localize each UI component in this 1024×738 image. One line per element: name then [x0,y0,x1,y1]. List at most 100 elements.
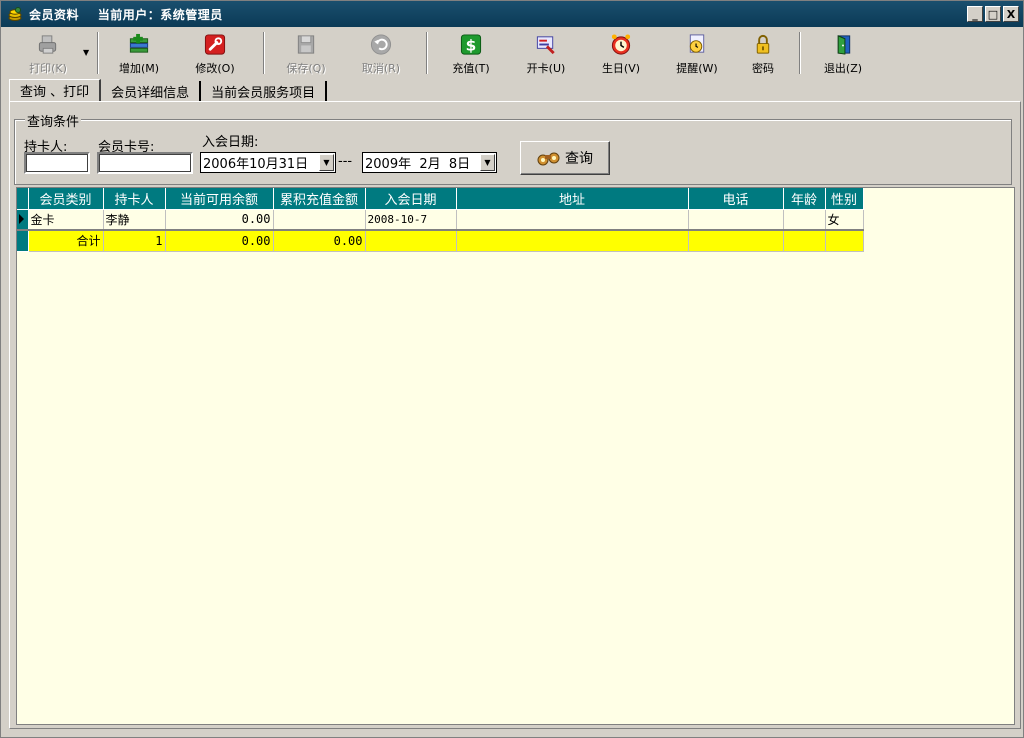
open-card-button[interactable]: 开卡(U) [520,30,572,76]
total-recharge: 0.00 [273,229,366,252]
column-header[interactable]: 年龄 [783,188,826,210]
join-date-label: 入会日期: [202,135,259,150]
grid-header-row: 会员类别 持卡人 当前可用余额 累积充值金额 入会日期 地址 电话 年龄 性别 [17,188,864,210]
password-label: 密码 [752,62,774,75]
exit-door-icon [837,35,851,55]
print-label: 打印(K) [29,62,67,75]
birthday-button[interactable]: 生日(V) [595,30,647,76]
exit-label: 退出(Z) [823,62,863,75]
holder-input[interactable] [24,152,90,174]
table-row[interactable]: 金卡 李静 0.00 2008-10-7 女 [17,209,864,231]
total-empty-cell [783,229,826,252]
cell-gender[interactable]: 女 [825,209,864,231]
chevron-down-icon[interactable]: ▼ [319,154,334,171]
date-separator: --- [338,154,353,169]
toolbar-separator [799,32,801,74]
cell-join-date[interactable]: 2008-10-7 [365,209,457,231]
cell-member-type[interactable]: 金卡 [28,209,104,231]
cell-age[interactable] [783,209,826,231]
coins-icon [8,7,22,21]
tab-bar: 查询 、打印 会员详细信息 当前会员服务项目 [9,79,328,101]
print-dropdown-arrow-icon[interactable]: ▼ [83,48,89,57]
total-count: 1 [103,229,166,252]
alarm-clock-icon [611,34,631,55]
undo-icon [370,34,392,55]
total-empty-cell [688,229,784,252]
exit-button[interactable]: 退出(Z) [817,30,869,76]
app-window: 会员资料 当前用户：系统管理员 _ □ X 打印(K) ▼ 增加(M) 修改(O… [0,0,1024,738]
recharge-label: 充值(T) [452,62,490,75]
cell-holder[interactable]: 李静 [103,209,166,231]
tab-content-panel: 查询条件 持卡人: 会员卡号: 入会日期: 2006年10月31日 ▼ --- … [9,101,1021,729]
window-title: 会员资料 当前用户：系统管理员 [29,7,223,22]
dollar-icon: $ [460,34,482,55]
chevron-down-icon[interactable]: ▼ [480,154,495,171]
toolbar-separator [426,32,428,74]
tab-member-services[interactable]: 当前会员服务项目 [201,81,328,101]
close-button[interactable]: X [1003,6,1019,22]
toolbar-separator [97,32,99,74]
remind-button[interactable]: 提醒(W) [671,30,723,76]
cell-balance[interactable]: 0.00 [165,209,274,231]
add-record-icon [129,33,149,53]
date-to-picker[interactable]: 2009年 2月 8日 ▼ [362,152,497,173]
title-bar[interactable]: 会员资料 当前用户：系统管理员 _ □ X [1,1,1023,27]
svg-text:$: $ [466,36,477,54]
remind-label: 提醒(W) [676,62,718,75]
reminder-icon [689,34,705,53]
search-button-label: 查询 [565,151,593,167]
edit-button[interactable]: 修改(O) [190,30,240,76]
member-table: 会员类别 持卡人 当前可用余额 累积充值金额 入会日期 地址 电话 年龄 性别 [17,188,864,252]
row-indicator [17,209,29,231]
grid-header-indicator [17,188,29,210]
save-button[interactable]: 保存(Q) [281,30,331,76]
column-header[interactable]: 性别 [825,188,864,210]
column-header[interactable]: 持卡人 [103,188,166,210]
date-from-picker[interactable]: 2006年10月31日 ▼ [200,152,336,173]
cell-address[interactable] [456,209,689,231]
column-header[interactable]: 累积充值金额 [273,188,366,210]
card-icon [536,36,555,55]
query-group-title: 查询条件 [25,111,82,130]
search-button[interactable]: 查询 [520,141,610,175]
current-row-arrow-icon [19,214,24,225]
tab-query-print[interactable]: 查询 、打印 [9,79,102,101]
total-row: 合计 1 0.00 0.00 [17,229,864,252]
tab-member-details[interactable]: 会员详细信息 [101,81,202,101]
column-header[interactable]: 地址 [456,188,689,210]
toolbar: 打印(K) ▼ 增加(M) 修改(O) 保存(Q) 取消(R) $ 充值(T) … [1,28,1023,78]
birthday-label: 生日(V) [601,62,641,75]
add-label: 增加(M) [118,62,160,75]
floppy-disk-icon [297,35,315,54]
total-empty-cell [365,229,457,252]
recharge-button[interactable]: $ 充值(T) [445,30,497,76]
total-empty-cell [456,229,689,252]
minimize-button[interactable]: _ [967,6,983,22]
date-to-value: 2009年 2月 8日 [365,157,471,172]
column-header[interactable]: 入会日期 [365,188,457,210]
row-indicator [17,229,29,252]
column-header[interactable]: 当前可用余额 [165,188,274,210]
column-header[interactable]: 电话 [688,188,784,210]
open-card-label: 开卡(U) [526,62,566,75]
total-label: 合计 [28,229,104,252]
maximize-button[interactable]: □ [985,6,1001,22]
card-number-input[interactable] [97,152,193,174]
cancel-button[interactable]: 取消(R) [356,30,406,76]
password-button[interactable]: 密码 [741,30,785,76]
lock-icon [756,34,770,54]
wrench-icon [204,34,226,55]
member-grid[interactable]: 会员类别 持卡人 当前可用余额 累积充值金额 入会日期 地址 电话 年龄 性别 [16,187,1015,725]
edit-label: 修改(O) [195,62,235,75]
cell-phone[interactable] [688,209,784,231]
cell-recharge-total[interactable] [273,209,366,231]
add-button[interactable]: 增加(M) [114,30,164,76]
column-header[interactable]: 会员类别 [28,188,104,210]
total-empty-cell [825,229,864,252]
save-label: 保存(Q) [286,62,326,75]
print-button[interactable]: 打印(K) [23,30,73,76]
window-controls: _ □ X [967,6,1019,22]
toolbar-separator [263,32,265,74]
cancel-label: 取消(R) [361,62,401,75]
query-conditions-group: 查询条件 持卡人: 会员卡号: 入会日期: 2006年10月31日 ▼ --- … [14,111,1012,185]
